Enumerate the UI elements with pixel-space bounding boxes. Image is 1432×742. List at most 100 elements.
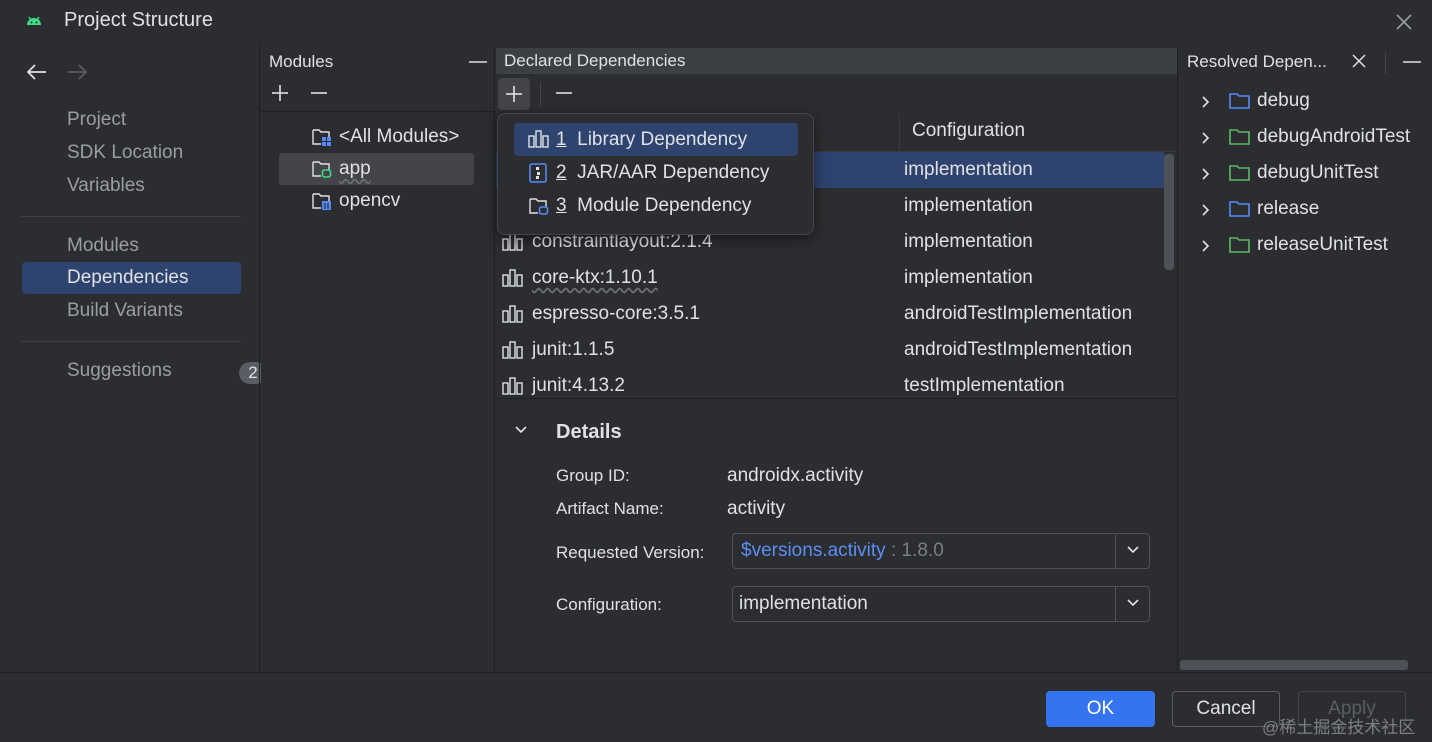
nav-item-project[interactable]: Project	[22, 104, 241, 136]
row-config: implementation	[904, 159, 1033, 180]
android-icon	[27, 16, 41, 25]
configuration-dropdown[interactable]	[1115, 587, 1149, 621]
configuration-value: implementation	[739, 593, 868, 614]
table-row[interactable]: core-ktx:1.10.1 implementation	[496, 260, 1164, 296]
close-icon[interactable]	[1392, 10, 1416, 34]
resolved-item-label: release	[1257, 198, 1320, 219]
module-opencv[interactable]: opencv	[279, 185, 474, 217]
toolbar-separator	[540, 82, 541, 106]
left-navigation: Project SDK Location Variables Modules D…	[3, 46, 267, 671]
panel-divider	[494, 46, 495, 672]
group-id-label: Group ID:	[556, 466, 630, 485]
menu-item-label: Module Dependency	[577, 195, 752, 216]
resolved-item-label: debug	[1257, 90, 1310, 111]
panel-divider	[1177, 46, 1178, 672]
modules-panel: Modules <All Modules> app opencv	[261, 46, 494, 671]
resolved-header-label: Resolved Depen...	[1187, 52, 1327, 71]
menu-mnemonic: 3	[556, 195, 567, 216]
row-library: junit:4.13.2	[532, 375, 625, 396]
chevron-right-icon[interactable]	[1201, 131, 1211, 145]
modules-header-label: Modules	[269, 52, 334, 71]
chevron-right-icon[interactable]	[1201, 239, 1211, 253]
resolved-dependencies-panel: Resolved Depen... debug debugAndroidTest…	[1179, 46, 1428, 671]
back-arrow-icon[interactable]	[25, 62, 49, 82]
column-separator[interactable]	[899, 114, 900, 152]
library-icon	[502, 269, 523, 287]
add-dependency-icon	[506, 86, 522, 102]
menu-item-library-dependency[interactable]: 1 Library Dependency	[514, 123, 798, 156]
menu-item-label: Library Dependency	[577, 129, 748, 150]
header-separator	[1385, 52, 1386, 74]
module-app-label: app	[339, 158, 371, 179]
minimize-icon[interactable]	[1403, 61, 1421, 63]
library-icon	[502, 233, 523, 251]
nav-item-variables[interactable]: Variables	[22, 170, 241, 202]
group-id-value: androidx.activity	[727, 465, 864, 486]
chevron-down-icon[interactable]	[514, 425, 528, 435]
menu-item-jar-aar-dependency[interactable]: 2 JAR/AAR Dependency	[514, 156, 798, 189]
requested-version-combo[interactable]: $versions.activity : 1.8.0	[732, 533, 1150, 569]
add-dependency-menu: 1 Library Dependency 2 JAR/AAR Dependenc…	[497, 113, 814, 235]
modules-header: Modules	[261, 48, 494, 76]
nav-item-modules[interactable]: Modules	[22, 230, 241, 262]
row-library: espresso-core:3.5.1	[532, 303, 700, 324]
library-module-icon	[312, 193, 331, 210]
dialog-footer: OK Cancel Apply @稀土掘金技术社区	[0, 672, 1432, 742]
watermark: @稀土掘金技术社区	[1262, 718, 1416, 737]
nav-item-dependencies[interactable]: Dependencies	[22, 262, 241, 294]
nav-item-sdk-location[interactable]: SDK Location	[22, 137, 241, 169]
module-app[interactable]: app	[279, 153, 474, 185]
row-library: core-ktx:1.10.1	[532, 267, 658, 288]
nav-divider	[21, 341, 241, 342]
library-icon	[502, 341, 523, 359]
version-resolved: : 1.8.0	[885, 540, 944, 561]
nav-item-build-variants[interactable]: Build Variants	[22, 295, 241, 327]
chevron-right-icon[interactable]	[1201, 95, 1211, 109]
details-section: Details Group ID: androidx.activity Arti…	[496, 398, 1177, 671]
resolved-horizontal-scrollbar[interactable]	[1180, 660, 1408, 670]
module-all-modules-label: <All Modules>	[339, 126, 460, 147]
configuration-combo[interactable]: implementation	[732, 586, 1150, 622]
folder-icon	[1229, 93, 1250, 109]
app-module-icon	[312, 161, 332, 178]
table-row[interactable]: espresso-core:3.5.1 androidTestImplement…	[496, 296, 1164, 332]
folder-icon	[1229, 201, 1250, 217]
ok-button[interactable]: OK	[1046, 691, 1155, 727]
minimize-icon[interactable]	[469, 61, 487, 63]
menu-item-module-dependency[interactable]: 3 Module Dependency	[514, 189, 798, 222]
row-library: junit:1.1.5	[532, 339, 615, 360]
artifact-name-label: Artifact Name:	[556, 499, 664, 518]
requested-version-value: $versions.activity : 1.8.0	[741, 540, 944, 562]
remove-module-icon[interactable]	[308, 82, 330, 104]
chevron-down-icon	[1127, 599, 1139, 607]
nav-item-suggestions[interactable]: Suggestions 2	[22, 355, 267, 387]
forward-arrow-icon[interactable]	[65, 62, 89, 82]
row-config: androidTestImplementation	[904, 303, 1133, 324]
chevron-right-icon[interactable]	[1201, 203, 1211, 217]
table-row[interactable]: junit:1.1.5 androidTestImplementation	[496, 332, 1164, 368]
title-bar: Project Structure	[0, 0, 1432, 44]
column-header-configuration[interactable]: Configuration	[912, 120, 1025, 142]
folder-icon	[1229, 129, 1250, 145]
menu-mnemonic: 1	[556, 129, 567, 150]
panel-divider	[259, 46, 260, 672]
menu-mnemonic: 2	[556, 162, 567, 183]
details-title: Details	[556, 421, 622, 443]
close-panel-icon[interactable]	[1352, 54, 1366, 68]
folder-icon	[1229, 237, 1250, 253]
table-row[interactable]: junit:4.13.2 testImplementation	[496, 368, 1164, 398]
table-scrollbar[interactable]	[1164, 154, 1174, 270]
requested-version-dropdown[interactable]	[1115, 534, 1149, 568]
jar-file-icon	[529, 163, 547, 183]
row-config: implementation	[904, 195, 1033, 216]
chevron-right-icon[interactable]	[1201, 167, 1211, 181]
remove-dependency-icon[interactable]	[553, 82, 575, 104]
chevron-down-icon	[1127, 546, 1139, 554]
add-dependency-button[interactable]	[498, 78, 530, 110]
add-module-icon[interactable]	[269, 82, 291, 104]
library-icon	[502, 305, 523, 323]
version-variable-ref: $versions.activity	[741, 540, 886, 561]
module-all-modules[interactable]: <All Modules>	[279, 121, 474, 153]
toolbar-divider	[261, 111, 494, 112]
configuration-label: Configuration:	[556, 595, 662, 614]
